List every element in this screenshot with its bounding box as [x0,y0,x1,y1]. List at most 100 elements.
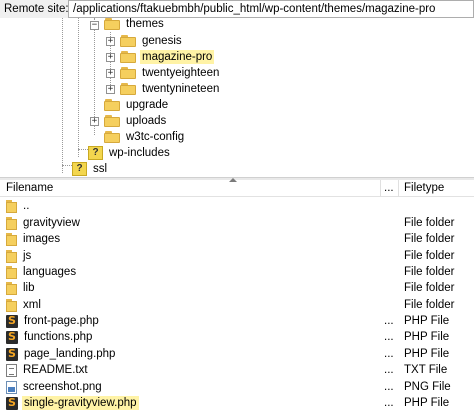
tree-item-label: w3tc-config [126,131,185,143]
file-name: js [23,250,32,263]
file-row[interactable]: screenshot.png ... PNG File [0,379,474,395]
tree-item-magazine-pro[interactable]: magazine-pro [120,49,215,65]
folder-icon [120,67,136,79]
folder-icon [120,83,136,95]
expand-toggle-icon[interactable]: + [106,53,115,62]
tree-item-themes[interactable]: themes [104,18,166,32]
php-file-icon [6,347,18,361]
file-size: ... [384,381,394,394]
php-file-icon [6,396,18,410]
tree-item-label: upgrade [126,99,169,111]
tree-item-w3tc-config[interactable]: w3tc-config [104,129,186,145]
column-header-filename[interactable]: Filename [0,180,53,197]
folder-icon [6,281,17,295]
php-file-icon [6,330,18,344]
file-type: PHP File [404,315,450,328]
file-size: ... [384,315,394,328]
file-row[interactable]: front-page.php ... PHP File [0,313,474,329]
file-row[interactable]: images File folder [0,231,474,247]
file-row[interactable]: .. [0,198,474,214]
file-row[interactable]: functions.php ... PHP File [0,329,474,345]
tree-item-label: themes [126,18,164,30]
folder-icon [104,131,120,143]
file-name: functions.php [24,331,93,344]
remote-site-bar: Remote site: /applications/ftakuebmbh/pu… [0,0,474,18]
tree-item-label: genesis [142,35,182,47]
expand-toggle-icon[interactable]: + [106,85,115,94]
folder-icon [104,115,120,127]
remote-directory-tree[interactable]: − themes + genesis + magazine-pro + twen… [0,18,474,177]
tree-connector-line [78,149,88,150]
tree-item-label: ssl [93,163,108,175]
tree-item-label: uploads [126,115,167,127]
file-size: ... [384,364,394,377]
tree-item-label: wp-includes [109,147,170,159]
tree-item-label: twentynineteen [142,83,220,95]
tree-item-genesis[interactable]: genesis [120,33,184,49]
tree-item-upgrade[interactable]: upgrade [104,97,170,113]
text-file-icon [6,363,17,377]
php-file-icon [6,314,18,328]
file-name: README.txt [23,364,88,377]
expand-toggle-icon[interactable]: + [106,37,115,46]
tree-item-ssl[interactable]: ? ssl [72,161,109,177]
column-header-filetype[interactable]: Filetype [398,180,444,197]
file-type: File folder [404,266,455,279]
file-name: .. [23,200,30,213]
folder-icon [6,199,17,213]
folder-icon [120,35,136,47]
tree-item-label: magazine-pro [140,50,215,64]
expand-toggle-icon[interactable]: + [90,117,99,126]
folder-icon [6,298,17,312]
tree-connector-line [78,18,79,157]
tree-connector-line [62,165,72,166]
file-type: File folder [404,299,455,312]
sort-ascending-icon [229,178,237,182]
file-name: front-page.php [24,315,99,328]
file-row[interactable]: xml File folder [0,297,474,313]
file-type: PHP File [404,331,450,344]
column-header-filesize[interactable]: ... [380,180,394,197]
file-row[interactable]: README.txt ... TXT File [0,362,474,378]
folder-icon [104,99,120,111]
file-row[interactable]: js File folder [0,248,474,264]
tree-item-twentynineteen[interactable]: twentynineteen [120,81,221,97]
file-name: gravityview [23,217,80,230]
file-row[interactable]: page_landing.php ... PHP File [0,346,474,362]
collapse-toggle-icon[interactable]: − [90,21,99,30]
tree-item-label: twentyeighteen [142,67,220,79]
unknown-folder-icon: ? [88,146,103,160]
file-type: TXT File [404,364,448,377]
file-row[interactable]: languages File folder [0,264,474,280]
tree-item-twentyeighteen[interactable]: twentyeighteen [120,65,221,81]
expand-toggle-icon[interactable]: + [106,69,115,78]
file-size: ... [384,348,394,361]
folder-icon [6,265,17,279]
file-row[interactable]: single-gravityview.php ... PHP File [0,395,474,411]
file-list-header: Filename ... Filetype [0,178,474,197]
tree-connector-line [62,18,63,173]
file-type: File folder [404,217,455,230]
file-type: File folder [404,250,455,263]
tree-item-wp-includes[interactable]: ? wp-includes [88,145,172,161]
image-file-icon [6,380,17,394]
file-name: images [23,233,61,246]
file-name: page_landing.php [24,348,116,361]
remote-file-list[interactable]: Filename ... Filetype .. gravityview Fil… [0,178,474,414]
file-size: ... [384,397,394,410]
file-type: PHP File [404,397,450,410]
file-type: File folder [404,282,455,295]
folder-icon [104,18,120,30]
folder-icon [6,249,17,263]
file-name: single-gravityview.php [22,396,139,411]
file-row[interactable]: gravityview File folder [0,215,474,231]
file-name: lib [23,282,35,295]
unknown-folder-icon: ? [72,162,87,176]
file-row[interactable]: lib File folder [0,280,474,296]
file-name: xml [23,299,41,312]
folder-icon [6,216,17,230]
tree-item-uploads[interactable]: uploads [104,113,168,129]
file-type: File folder [404,233,455,246]
remote-site-path-input[interactable]: /applications/ftakuebmbh/public_html/wp-… [68,0,474,18]
folder-icon [6,232,17,246]
